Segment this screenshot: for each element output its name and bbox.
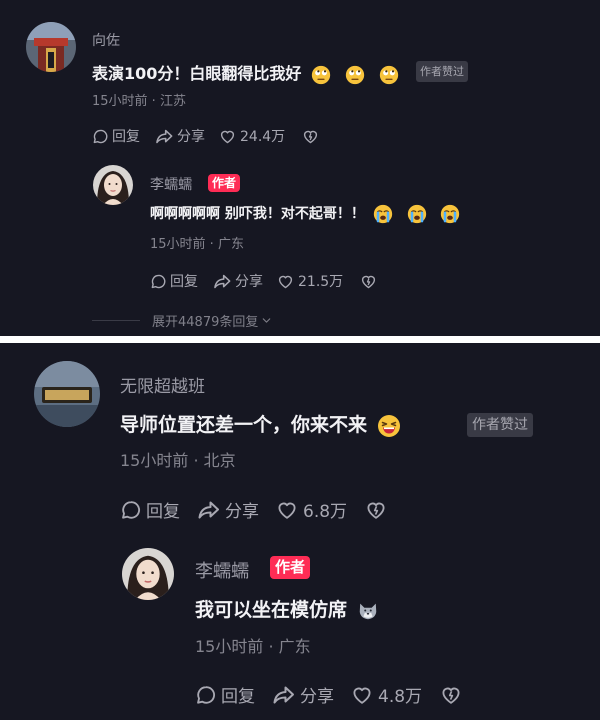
username[interactable]: 无限超越班 xyxy=(120,372,205,397)
reply-button[interactable]: 回复 xyxy=(120,497,180,522)
share-label: 分享 xyxy=(300,687,334,707)
expand-replies-button[interactable]: 展开44879条回复 xyxy=(92,311,273,330)
share-button[interactable]: 分享 xyxy=(155,126,205,146)
heart-icon xyxy=(219,128,236,145)
reply-text-row: 我可以坐在模仿席 xyxy=(195,595,379,622)
share-icon xyxy=(213,272,232,291)
share-icon xyxy=(155,127,174,146)
like-count: 21.5万 xyxy=(298,274,344,290)
like-button[interactable]: 21.5万 xyxy=(277,271,343,291)
share-label: 分享 xyxy=(177,129,205,145)
reply-icon xyxy=(92,128,109,145)
like-button[interactable]: 4.8万 xyxy=(351,682,422,707)
timestamp-location: 15小时前 · 北京 xyxy=(120,451,236,470)
reply-timestamp-location: 15小时前 · 广东 xyxy=(150,237,244,252)
action-bar: 回复 分享 24.4万 xyxy=(92,126,319,146)
comment-panel-2: 无限超越班 导师位置还差一个，你来不来 作者赞过 15小时前 · 北京 回复 分… xyxy=(0,343,600,720)
action-bar: 回复 分享 6.8万 xyxy=(120,497,387,522)
reply-button[interactable]: 回复 xyxy=(92,126,140,146)
reply-action-bar: 回复 分享 21.5万 xyxy=(150,271,377,291)
eye-roll-emoji xyxy=(379,65,399,85)
reply-label: 回复 xyxy=(146,502,180,522)
author-liked-badge: 作者赞过 xyxy=(467,413,533,437)
reply-icon xyxy=(195,684,217,706)
avatar[interactable] xyxy=(26,22,76,72)
reply-label: 回复 xyxy=(221,687,255,707)
reply-avatar[interactable] xyxy=(93,165,133,205)
broken-heart-icon xyxy=(302,128,319,145)
comment-text-row: 表演100分！白眼翻得比我好 xyxy=(92,60,399,85)
reply-avatar[interactable] xyxy=(122,548,174,600)
wolf-emoji xyxy=(357,600,379,622)
dislike-button[interactable] xyxy=(440,684,462,706)
comment-panel-1: 向佐 表演100分！白眼翻得比我好 作者赞过 15小时前 · 江苏 回复 分享 … xyxy=(0,0,600,336)
heart-icon xyxy=(276,499,298,521)
expand-replies-label: 展开44879条回复 xyxy=(152,315,259,330)
comment-text: 表演100分！白眼翻得比我好 xyxy=(92,64,302,83)
broken-heart-icon xyxy=(365,499,387,521)
author-badge: 作者 xyxy=(208,174,241,192)
author-liked-badge: 作者赞过 xyxy=(416,61,468,82)
reply-text: 我可以坐在模仿席 xyxy=(195,599,348,621)
broken-heart-icon xyxy=(440,684,462,706)
timestamp-location: 15小时前 · 江苏 xyxy=(92,94,186,109)
broken-heart-icon xyxy=(360,273,377,290)
share-icon xyxy=(272,683,296,707)
author-badge: 作者 xyxy=(270,556,311,579)
reply-text: 啊啊啊啊啊 别吓我！对不起哥！！ xyxy=(150,206,365,222)
like-button[interactable]: 6.8万 xyxy=(276,497,347,522)
reply-timestamp-location: 15小时前 · 广东 xyxy=(195,637,311,656)
share-button[interactable]: 分享 xyxy=(197,497,259,522)
chevron-down-icon xyxy=(260,314,273,327)
crying-emoji xyxy=(407,204,427,224)
crying-emoji xyxy=(440,204,460,224)
dislike-button[interactable] xyxy=(365,499,387,521)
dislike-button[interactable] xyxy=(302,128,319,145)
like-count: 6.8万 xyxy=(303,502,348,522)
share-button[interactable]: 分享 xyxy=(272,682,334,707)
reply-icon xyxy=(150,273,167,290)
squinting-laugh-emoji xyxy=(377,414,401,438)
dislike-button[interactable] xyxy=(360,273,377,290)
like-count: 24.4万 xyxy=(240,129,286,145)
eye-roll-emoji xyxy=(311,65,331,85)
share-icon xyxy=(197,498,221,522)
reply-username[interactable]: 李蠕蠕 xyxy=(150,174,192,194)
share-button[interactable]: 分享 xyxy=(213,271,263,291)
eye-roll-emoji xyxy=(345,65,365,85)
reply-icon xyxy=(120,499,142,521)
reply-text-row: 啊啊啊啊啊 别吓我！对不起哥！！ xyxy=(150,203,460,224)
avatar[interactable] xyxy=(34,361,100,427)
comment-text: 导师位置还差一个，你来不来 xyxy=(120,414,368,436)
share-label: 分享 xyxy=(225,502,259,522)
share-label: 分享 xyxy=(235,274,263,290)
heart-icon xyxy=(351,684,373,706)
reply-username[interactable]: 李蠕蠕 xyxy=(195,557,249,583)
like-count: 4.8万 xyxy=(378,687,423,707)
reply-action-bar: 回复 分享 4.8万 xyxy=(195,682,462,707)
heart-icon xyxy=(277,273,294,290)
reply-label: 回复 xyxy=(112,129,140,145)
crying-emoji xyxy=(373,204,393,224)
reply-button[interactable]: 回复 xyxy=(150,271,198,291)
username[interactable]: 向佐 xyxy=(92,30,120,50)
comment-text-row: 导师位置还差一个，你来不来 xyxy=(120,410,401,438)
reply-button[interactable]: 回复 xyxy=(195,682,255,707)
reply-label: 回复 xyxy=(170,274,198,290)
divider xyxy=(92,320,140,321)
like-button[interactable]: 24.4万 xyxy=(219,126,285,146)
